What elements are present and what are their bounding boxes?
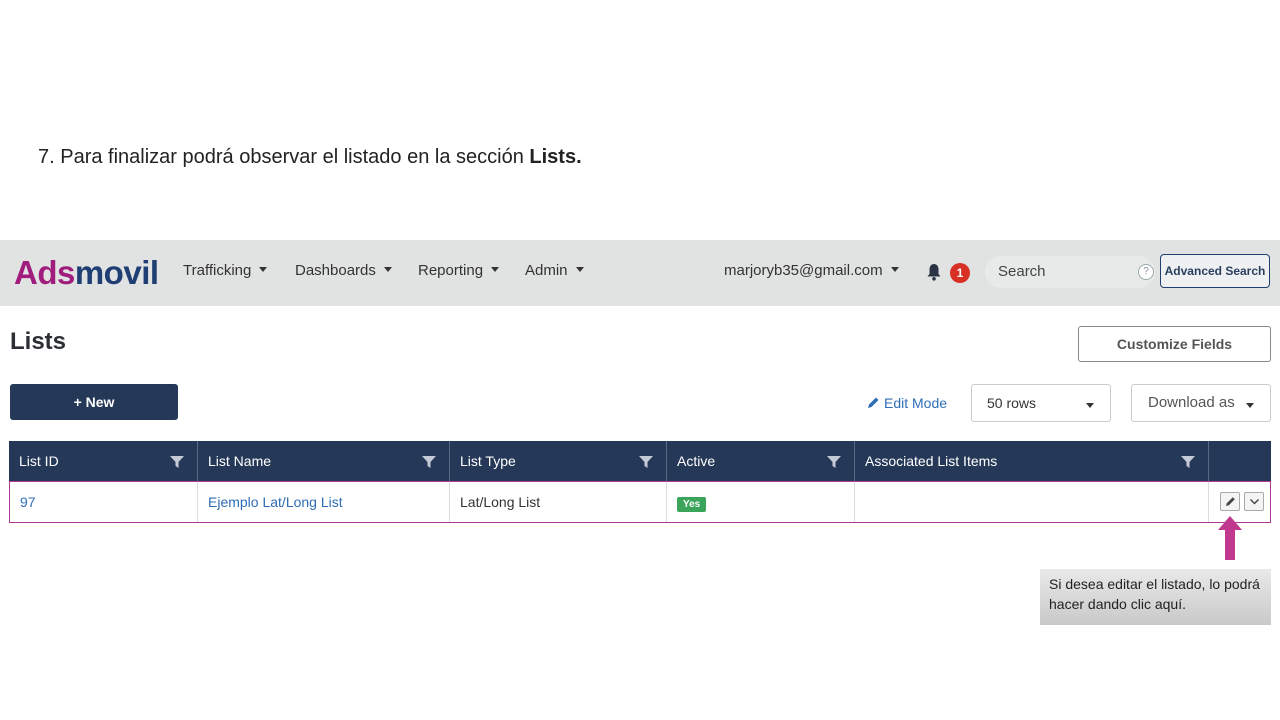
rows-per-page-value: 50 rows — [987, 395, 1037, 411]
customize-fields-button[interactable]: Customize Fields — [1078, 326, 1271, 362]
arrow-up-icon — [1218, 516, 1242, 560]
logo-movil: movil — [74, 254, 159, 291]
download-as-dropdown[interactable]: Download as — [1131, 384, 1271, 422]
help-icon[interactable]: ? — [1138, 264, 1154, 280]
row-actions — [1220, 492, 1264, 511]
column-header-active[interactable]: Active — [667, 441, 855, 481]
rows-per-page-select[interactable]: 50 rows — [971, 384, 1111, 422]
chevron-down-icon — [1246, 403, 1254, 408]
nav-dashboards-label: Dashboards — [295, 262, 376, 279]
nav-trafficking-label: Trafficking — [183, 262, 252, 279]
row-options-dropdown[interactable] — [1244, 492, 1264, 511]
column-header-list-name[interactable]: List Name — [198, 441, 450, 481]
cell-active: Yes — [667, 482, 855, 522]
pencil-icon — [1225, 497, 1235, 506]
column-label: List Name — [208, 453, 272, 469]
chevron-down-icon — [491, 267, 500, 272]
filter-icon[interactable] — [1181, 455, 1195, 469]
edit-row-button[interactable] — [1220, 492, 1240, 511]
cell-list-type: Lat/Long List — [450, 482, 667, 522]
column-label: List Type — [460, 453, 516, 469]
active-status-badge: Yes — [677, 497, 707, 512]
top-navigation-bar: Adsmovil Trafficking Dashboards Reportin… — [0, 240, 1280, 306]
nav-reporting-label: Reporting — [418, 262, 484, 279]
table-header: List ID List Name List Type Active Assoc… — [9, 441, 1271, 481]
column-label: Active — [677, 453, 716, 469]
column-label: Associated List Items — [865, 453, 998, 469]
column-header-actions — [1209, 441, 1271, 481]
search-input[interactable]: Search — [985, 256, 1155, 288]
lists-table: List ID List Name List Type Active Assoc… — [9, 441, 1271, 523]
page-title: Lists — [10, 328, 67, 355]
nav-dashboards[interactable]: Dashboards — [295, 262, 392, 279]
filter-icon[interactable] — [827, 455, 841, 469]
pencil-icon — [868, 397, 879, 408]
filter-icon[interactable] — [170, 455, 184, 469]
chevron-down-icon — [383, 267, 392, 272]
new-list-button[interactable]: + New — [10, 384, 178, 420]
chevron-down-icon — [1249, 499, 1259, 505]
column-header-associated-list-items[interactable]: Associated List Items — [855, 441, 1209, 481]
download-as-label: Download as — [1148, 394, 1235, 411]
edit-mode-label: Edit Mode — [884, 395, 948, 411]
column-header-list-type[interactable]: List Type — [450, 441, 667, 481]
chevron-down-icon — [1086, 403, 1094, 408]
nav-admin-label: Admin — [525, 262, 568, 279]
adsmovil-logo[interactable]: Adsmovil — [14, 254, 159, 292]
instruction-emphasis: Lists. — [529, 146, 582, 168]
cell-associated-list-items — [855, 482, 1209, 522]
user-menu[interactable]: marjoryb35@gmail.com — [724, 262, 899, 279]
callout-note: Si desea editar el listado, lo podrá hac… — [1040, 569, 1271, 625]
instruction-body: 7. Para finalizar podrá observar el list… — [38, 146, 530, 168]
chevron-down-icon — [575, 267, 584, 272]
instruction-text: 7. Para finalizar podrá observar el list… — [38, 146, 582, 169]
logo-ads: Ads — [14, 254, 75, 291]
chevron-down-icon — [259, 267, 268, 272]
filter-icon[interactable] — [422, 455, 436, 469]
nav-reporting[interactable]: Reporting — [418, 262, 500, 279]
notification-badge[interactable]: 1 — [950, 263, 970, 283]
cell-list-name[interactable]: Ejemplo Lat/Long List — [198, 482, 450, 522]
nav-admin[interactable]: Admin — [525, 262, 584, 279]
bell-icon[interactable] — [926, 263, 942, 281]
user-email: marjoryb35@gmail.com — [724, 262, 883, 279]
column-label: List ID — [19, 453, 59, 469]
advanced-search-button[interactable]: Advanced Search — [1160, 254, 1270, 288]
filter-icon[interactable] — [639, 455, 653, 469]
table-row[interactable]: 97 Ejemplo Lat/Long List Lat/Long List Y… — [9, 481, 1271, 523]
chevron-down-icon — [890, 267, 899, 272]
edit-mode-link[interactable]: Edit Mode — [866, 395, 947, 411]
cell-list-id[interactable]: 97 — [10, 482, 198, 522]
nav-trafficking[interactable]: Trafficking — [183, 262, 268, 279]
column-header-list-id[interactable]: List ID — [9, 441, 198, 481]
